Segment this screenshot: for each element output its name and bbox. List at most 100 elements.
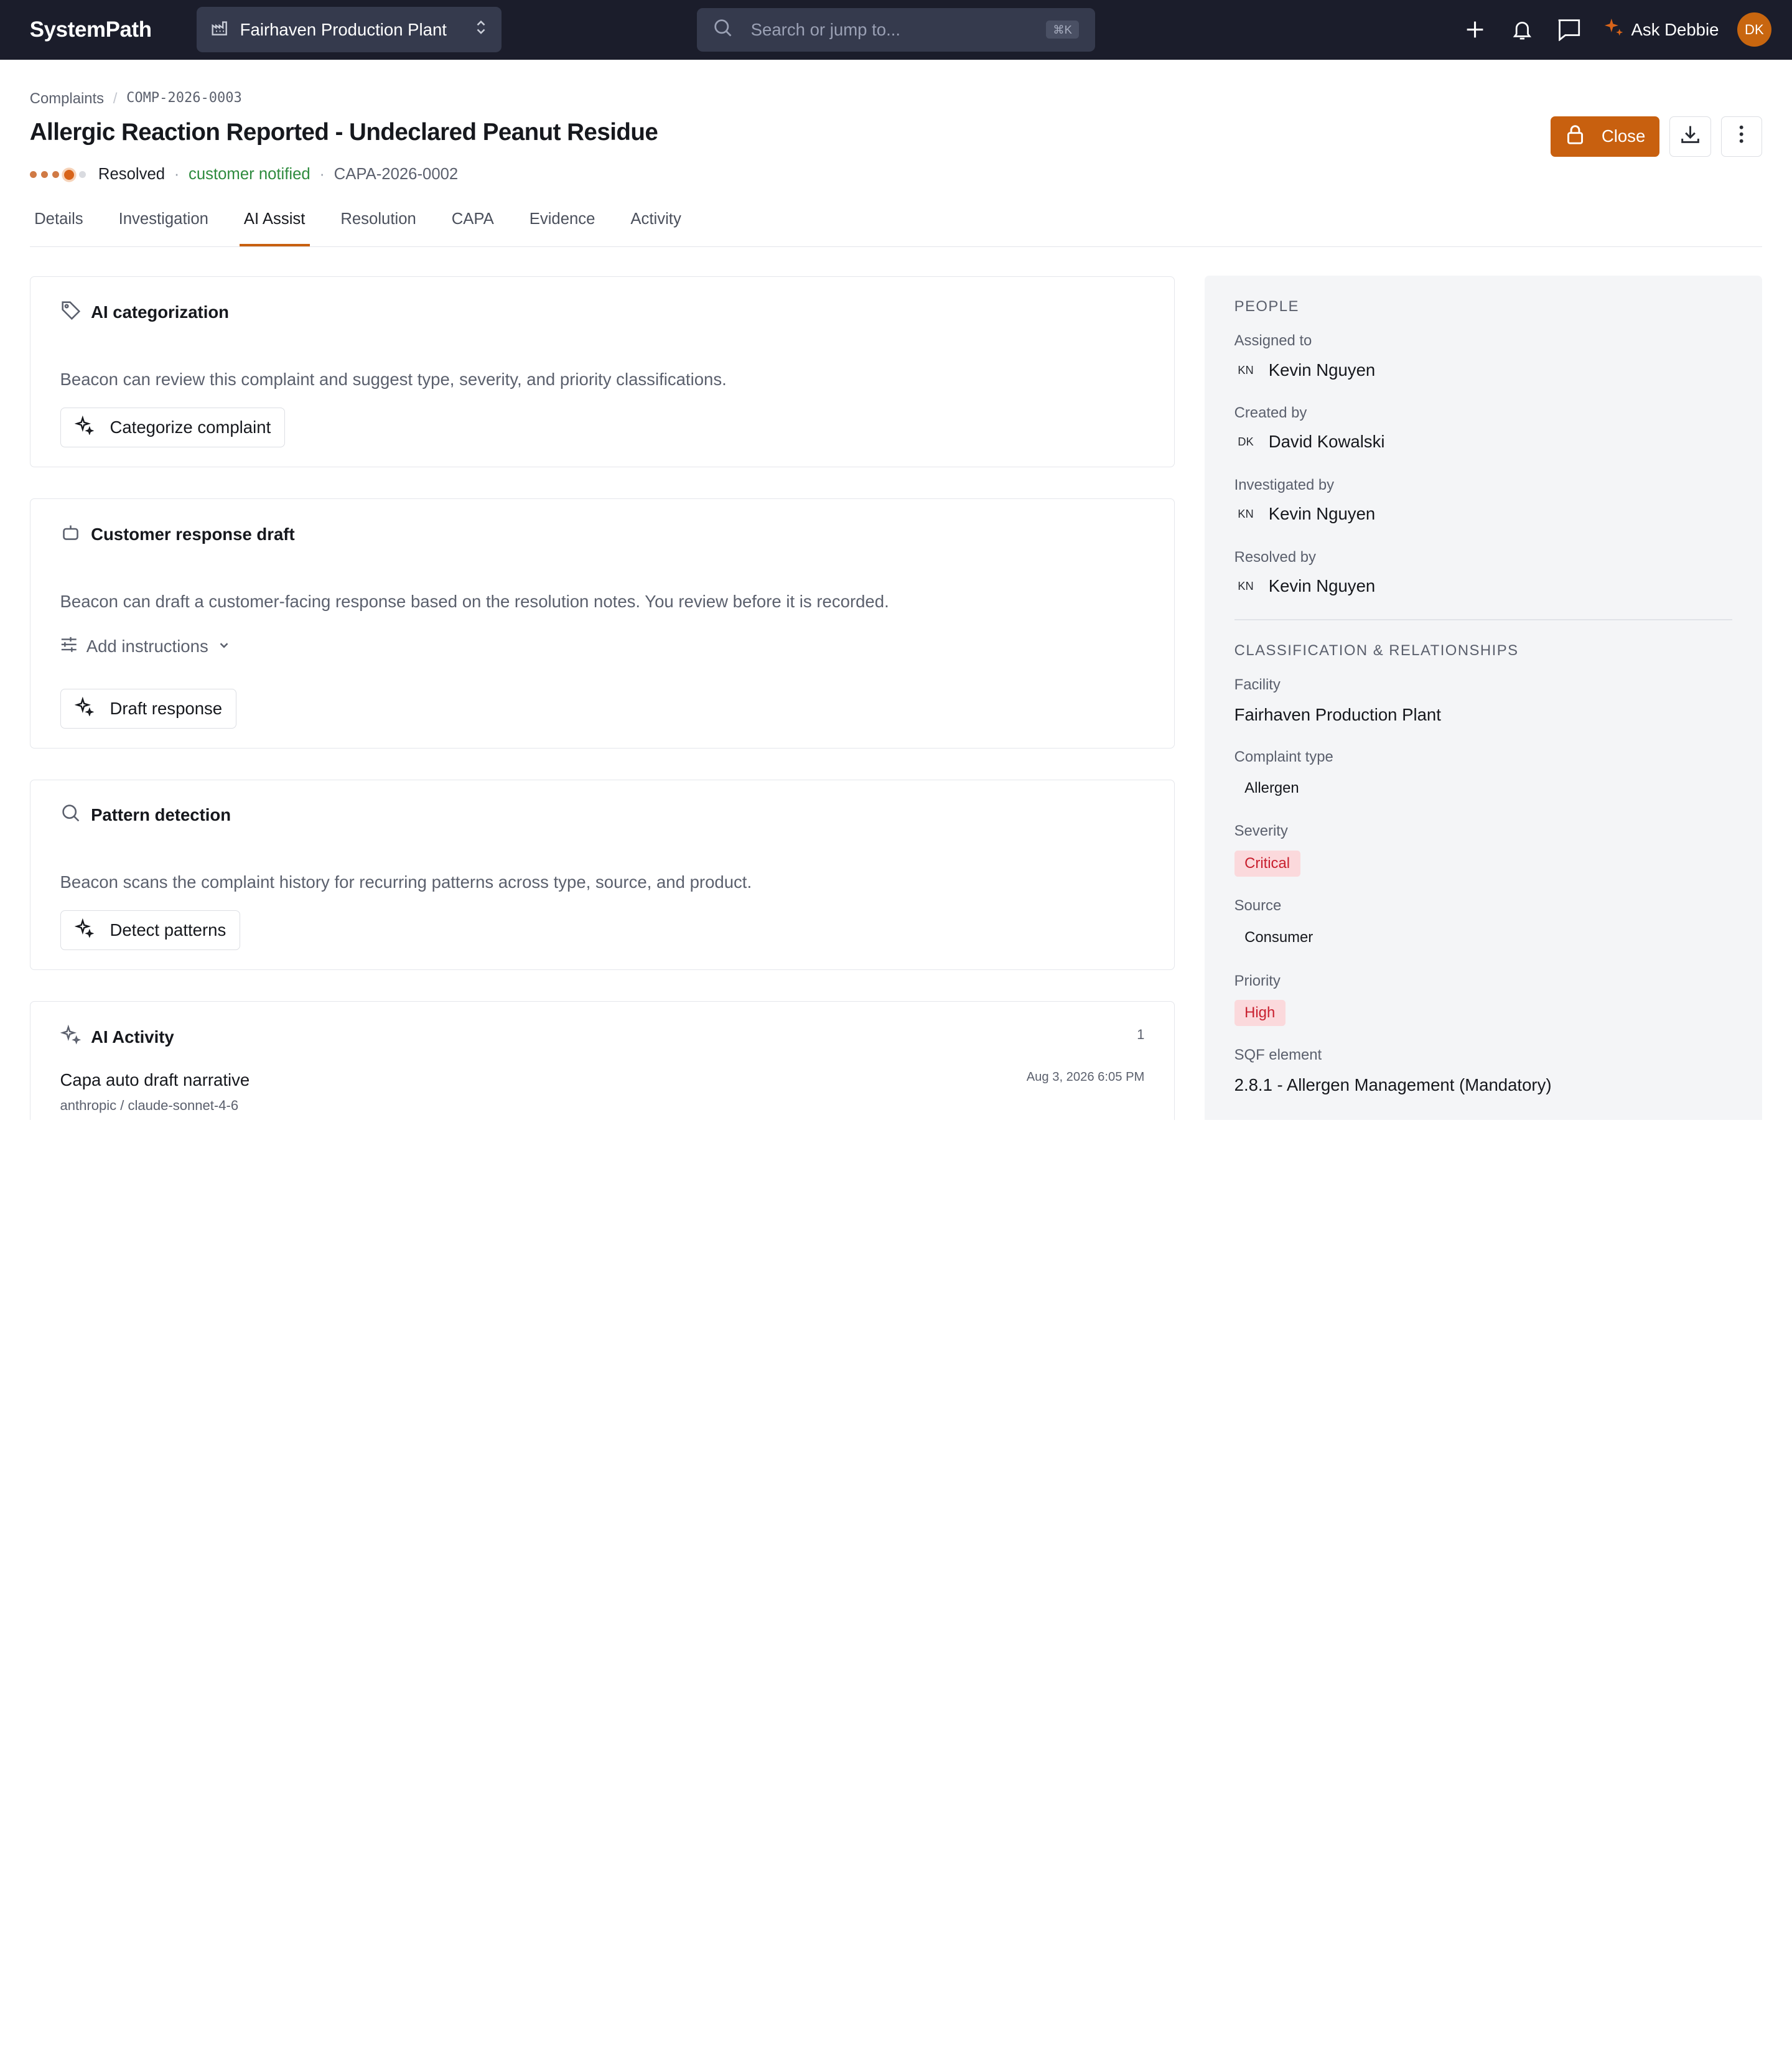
categorize-complaint-button[interactable]: Categorize complaint bbox=[60, 407, 286, 448]
vertical-dots-icon bbox=[1739, 125, 1744, 148]
status-separator: · bbox=[174, 166, 180, 184]
card-title: Pattern detection bbox=[91, 805, 231, 825]
status-label: Resolved bbox=[98, 166, 166, 184]
plus-icon[interactable] bbox=[1452, 0, 1498, 60]
facility-selector[interactable]: Fairhaven Production Plant bbox=[196, 7, 502, 53]
detect-patterns-button[interactable]: Detect patterns bbox=[60, 910, 241, 951]
activity-count: 1 bbox=[1137, 1027, 1145, 1043]
more-options-button[interactable] bbox=[1721, 116, 1763, 157]
page-title: Allergic Reaction Reported - Undeclared … bbox=[29, 119, 658, 146]
card-description: Beacon can review this complaint and sug… bbox=[60, 370, 727, 389]
sparkle-icon bbox=[74, 696, 94, 721]
card-header: AI Activity bbox=[60, 1024, 174, 1050]
person-name: Kevin Nguyen bbox=[1268, 360, 1376, 380]
sliders-icon bbox=[60, 636, 78, 658]
tag-icon bbox=[60, 300, 81, 325]
search-icon bbox=[60, 803, 81, 828]
severity-badge: Critical bbox=[1234, 850, 1300, 877]
tab-details[interactable]: Details bbox=[34, 201, 83, 246]
status-separator: · bbox=[319, 166, 325, 184]
card-description: Beacon can draft a customer-facing respo… bbox=[60, 591, 889, 611]
progress-step-complete bbox=[52, 171, 60, 179]
customer-response-card: Customer response draft Beacon can draft… bbox=[29, 498, 1175, 749]
activity-item-timestamp: Aug 3, 2026 6:05 PM bbox=[1026, 1070, 1145, 1084]
sparkle-icon bbox=[74, 918, 94, 942]
button-label: Categorize complaint bbox=[110, 417, 271, 437]
divider bbox=[1234, 619, 1733, 621]
investigated-by-person[interactable]: KN Kevin Nguyen bbox=[1234, 503, 1376, 524]
created-by-person[interactable]: DK David Kowalski bbox=[1234, 432, 1385, 452]
person-name: Kevin Nguyen bbox=[1268, 503, 1376, 523]
complaint-type-label: Complaint type bbox=[1234, 749, 1333, 766]
ask-debbie-button[interactable]: Ask Debbie bbox=[1603, 17, 1719, 42]
tab-bar: Details Investigation AI Assist Resoluti… bbox=[29, 201, 1763, 247]
card-title: AI categorization bbox=[91, 302, 229, 322]
source-label: Source bbox=[1234, 897, 1282, 914]
card-title: AI Activity bbox=[91, 1027, 174, 1047]
global-search-input[interactable]: Search or jump to... ⌘K bbox=[697, 7, 1095, 52]
tab-capa[interactable]: CAPA bbox=[452, 201, 494, 246]
sqf-element-value: 2.8.1 - Allergen Management (Mandatory) bbox=[1234, 1075, 1552, 1095]
facility-selector-label: Fairhaven Production Plant bbox=[240, 19, 447, 39]
sparkle-icon bbox=[60, 1024, 81, 1050]
progress-step-current bbox=[63, 169, 75, 180]
tab-evidence[interactable]: Evidence bbox=[530, 201, 595, 246]
progress-step-complete bbox=[29, 171, 37, 179]
progress-step-pending bbox=[78, 171, 86, 179]
add-instructions-label: Add instructions bbox=[86, 637, 208, 656]
app-root: SystemPath Fairhaven Production Plant Se… bbox=[0, 0, 1792, 1120]
chevron-up-down-icon bbox=[474, 19, 488, 40]
severity-label: Severity bbox=[1234, 823, 1288, 840]
ai-activity-card: AI Activity 1 Capa auto draft narrative … bbox=[29, 1001, 1175, 1120]
capa-reference-link[interactable]: CAPA-2026-0002 bbox=[334, 166, 459, 184]
card-header: AI categorization bbox=[60, 300, 229, 325]
robot-icon bbox=[60, 522, 81, 547]
header-actions: Close bbox=[1551, 116, 1763, 157]
facility-label: Facility bbox=[1234, 676, 1281, 694]
tab-resolution[interactable]: Resolution bbox=[340, 201, 416, 246]
tab-investigation[interactable]: Investigation bbox=[119, 201, 208, 246]
assigned-to-label: Assigned to bbox=[1234, 332, 1312, 350]
classification-heading: CLASSIFICATION & RELATIONSHIPS bbox=[1234, 642, 1519, 660]
close-button-label: Close bbox=[1601, 126, 1646, 146]
draft-response-button[interactable]: Draft response bbox=[60, 688, 237, 729]
chevron-down-icon bbox=[217, 637, 231, 656]
resolved-by-person[interactable]: KN Kevin Nguyen bbox=[1234, 576, 1376, 596]
search-icon bbox=[713, 18, 732, 42]
card-title: Customer response draft bbox=[91, 524, 295, 544]
tab-ai-assist[interactable]: AI Assist bbox=[239, 201, 310, 247]
avatar: KN bbox=[1238, 579, 1254, 592]
pattern-detection-card: Pattern detection Beacon scans the compl… bbox=[29, 779, 1175, 971]
person-name: David Kowalski bbox=[1268, 432, 1385, 452]
person-name: Kevin Nguyen bbox=[1268, 576, 1376, 595]
source-value: Consumer bbox=[1244, 929, 1314, 946]
bell-icon[interactable] bbox=[1499, 0, 1546, 60]
breadcrumb-complaints-link[interactable]: Complaints bbox=[30, 90, 104, 108]
progress-step-complete bbox=[41, 171, 49, 179]
download-button[interactable] bbox=[1669, 116, 1711, 157]
complaint-type-value: Allergen bbox=[1244, 779, 1299, 796]
add-instructions-toggle[interactable]: Add instructions bbox=[60, 636, 231, 658]
close-complaint-button[interactable]: Close bbox=[1551, 116, 1659, 157]
search-shortcut-hint: ⌘K bbox=[1046, 21, 1079, 39]
card-header: Customer response draft bbox=[60, 522, 295, 547]
card-description: Beacon scans the complaint history for r… bbox=[60, 872, 752, 892]
top-navigation-bar: SystemPath Fairhaven Production Plant Se… bbox=[0, 0, 1792, 60]
brand-logo[interactable]: SystemPath bbox=[30, 17, 197, 42]
user-avatar[interactable]: DK bbox=[1737, 12, 1771, 47]
activity-item-title[interactable]: Capa auto draft narrative bbox=[60, 1070, 250, 1090]
lock-icon bbox=[1565, 124, 1585, 149]
breadcrumb-separator: / bbox=[113, 90, 118, 108]
chat-icon[interactable] bbox=[1546, 0, 1592, 60]
facility-value: Fairhaven Production Plant bbox=[1234, 705, 1441, 725]
sqf-element-label: SQF element bbox=[1234, 1047, 1322, 1064]
created-by-label: Created by bbox=[1234, 404, 1307, 422]
download-icon bbox=[1680, 124, 1701, 149]
people-heading: PEOPLE bbox=[1234, 298, 1299, 315]
tab-activity[interactable]: Activity bbox=[630, 201, 681, 246]
resolved-by-label: Resolved by bbox=[1234, 548, 1316, 566]
activity-item-model: anthropic / claude-sonnet-4-6 bbox=[60, 1098, 239, 1114]
button-label: Draft response bbox=[110, 698, 223, 718]
factory-icon bbox=[210, 19, 228, 41]
assigned-to-person[interactable]: KN Kevin Nguyen bbox=[1234, 360, 1376, 380]
